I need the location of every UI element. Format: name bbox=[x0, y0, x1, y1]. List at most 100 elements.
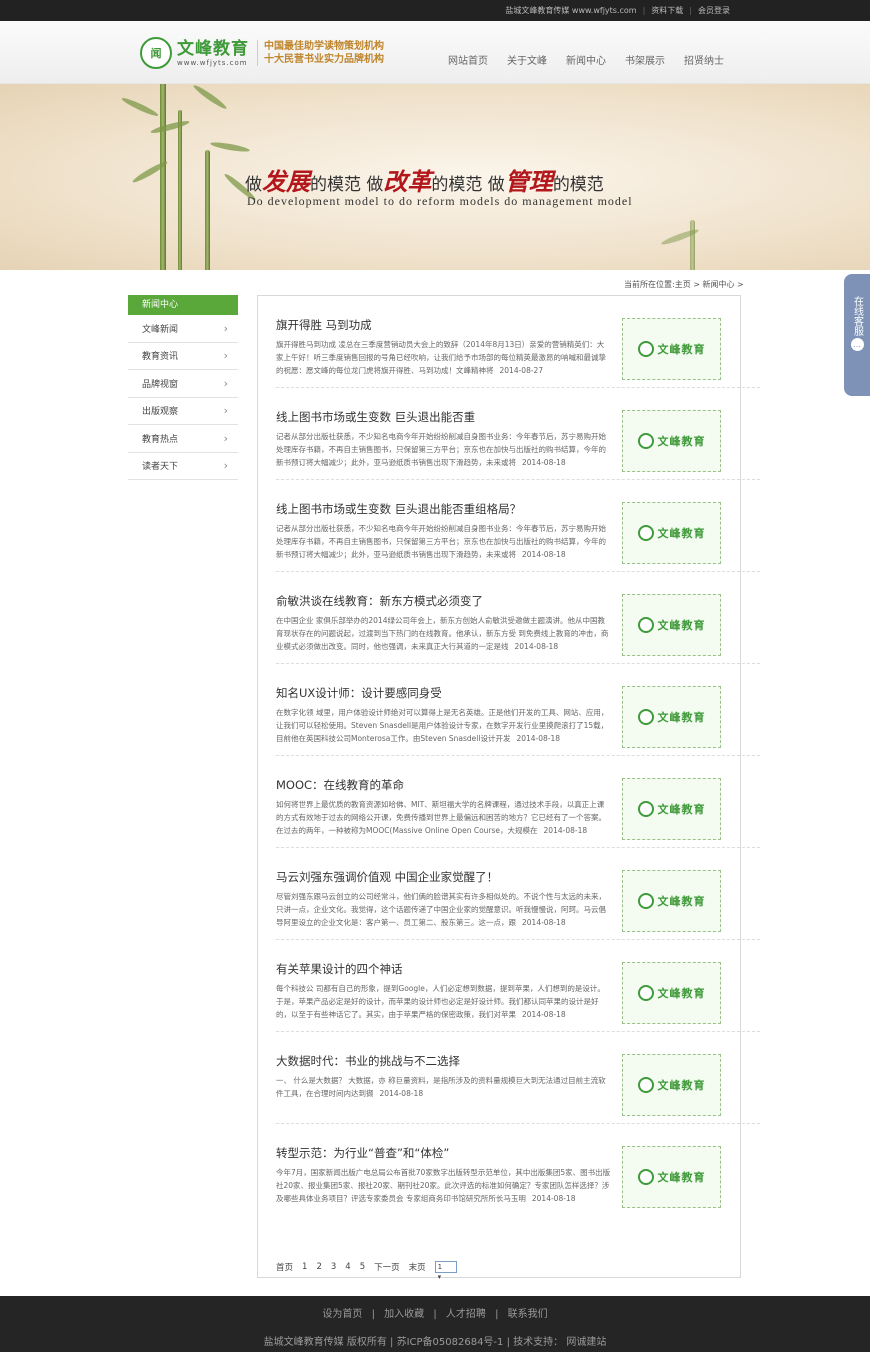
chevron-right-icon: › bbox=[223, 349, 228, 363]
logo-seal-icon: 闻 bbox=[140, 37, 172, 69]
article-summary: 如何将世界上最优质的教育资源如哈佛、MIT、斯坦福大学的名牌课程，通过技术手段，… bbox=[276, 800, 606, 835]
article-summary: 记者从部分出版社获悉，不少知名电商今年开始纷纷削减自身图书业务：今年春节后，苏宁… bbox=[276, 524, 606, 559]
sidebar-heading: 新闻中心 bbox=[128, 295, 238, 315]
sidebar: 新闻中心 文峰新闻 › 教育资讯 › 品牌视窗 › 出版观察 › 教育热点 › 读者天下 › bbox=[128, 295, 238, 480]
article-thumbnail[interactable]: 文峰教育 bbox=[622, 778, 721, 840]
nav-about[interactable]: 关于文峰 bbox=[507, 52, 547, 67]
top-bar: 盐城文峰教育传媒 www.wfjyts.com | 资料下载 | 会员登录 bbox=[0, 0, 870, 21]
article-date: 2014-08-18 bbox=[531, 1194, 576, 1203]
article-thumbnail[interactable]: 文峰教育 bbox=[622, 686, 721, 748]
article-summary: 在中国企业 家俱乐部举办的2014绿公司年会上，新东方创始人俞敏洪受邀做主题演讲… bbox=[276, 616, 609, 651]
pager-page-2[interactable]: 2 bbox=[316, 1262, 321, 1272]
sidebar-item-education-info[interactable]: 教育资讯 › bbox=[128, 343, 238, 370]
article-title[interactable]: 马云刘强东强调价值观 中国企业家觉醒了！ bbox=[276, 869, 498, 885]
article-title[interactable]: 有关苹果设计的四个神话 bbox=[276, 961, 403, 977]
logo-seal-icon bbox=[637, 525, 654, 541]
chevron-down-icon: ▾ bbox=[437, 1273, 442, 1281]
nav-jobs[interactable]: 招贤纳士 bbox=[684, 52, 724, 67]
article-thumbnail[interactable]: 文峰教育 bbox=[622, 870, 721, 932]
list-item: 知名UX设计师：设计要感同身受 在数字化领 域里，用户体验设计师绝对可以算得上是… bbox=[276, 664, 760, 756]
article-date: 2014-08-27 bbox=[499, 366, 544, 375]
sidebar-item-wenfeng-news[interactable]: 文峰新闻 › bbox=[128, 315, 238, 343]
topbar-download-link[interactable]: 资料下载 bbox=[651, 5, 683, 16]
site-footer: 设为首页 | 加入收藏 | 人才招聘 | 联系我们 盐城文峰教育传媒 版权所有 … bbox=[0, 1296, 870, 1352]
slogan-line-1: 中国最佳助学读物策划机构 bbox=[264, 41, 384, 52]
article-date: 2014-08-18 bbox=[516, 734, 561, 743]
article-thumbnail[interactable]: 文峰教育 bbox=[622, 962, 721, 1024]
pager-page-1[interactable]: 1 bbox=[302, 1262, 307, 1272]
footer-links: 设为首页 | 加入收藏 | 人才招聘 | 联系我们 bbox=[322, 1309, 548, 1320]
topbar-separator: | bbox=[642, 6, 646, 15]
list-item: 转型示范：为行业“普查”和“体检” 今年7月，国家新闻出版广电总局公布首批70家… bbox=[276, 1124, 760, 1216]
pager-first[interactable]: 首页 bbox=[276, 1261, 293, 1273]
footer-copyright: 盐城文峰教育传媒 版权所有 | 苏ICP备05082684号-1 | 技术支持：… bbox=[263, 1337, 607, 1348]
chevron-right-icon: › bbox=[223, 404, 228, 418]
logo-seal-icon bbox=[637, 341, 654, 357]
chevron-right-icon: › bbox=[223, 459, 228, 473]
article-title[interactable]: 旗开得胜 马到功成 bbox=[276, 317, 372, 333]
nav-books[interactable]: 书架展示 bbox=[625, 52, 665, 67]
news-list: 旗开得胜 马到功成 旗开得胜马到功成 凌总在三季度营销动员大会上的致辞（2014… bbox=[257, 295, 760, 1281]
list-item: 马云刘强东强调价值观 中国企业家觉醒了！ 尽管刘强东跟马云创立的公司经常斗，他们… bbox=[276, 848, 760, 940]
pager-page-5[interactable]: 5 bbox=[360, 1262, 365, 1272]
logo-slogan: 中国最佳助学读物策划机构 十大民营书业实力品牌机构 bbox=[257, 40, 384, 66]
sidebar-item-brand-window[interactable]: 品牌视窗 › bbox=[128, 370, 238, 398]
pager-last[interactable]: 末页 bbox=[409, 1261, 426, 1273]
list-item: 俞敏洪谈在线教育：新东方模式必须变了 在中国企业 家俱乐部举办的2014绿公司年… bbox=[276, 572, 760, 664]
logo-url: www.wfjyts.com bbox=[177, 58, 248, 67]
list-item: 有关苹果设计的四个神话 每个科技公 司都有自己的形象，提到Google，人们必定… bbox=[276, 940, 760, 1032]
list-item: 大数据时代：书业的挑战与不二选择 一、 什么是大数据？ 大数据，亦 称巨量资料，… bbox=[276, 1032, 760, 1124]
sidebar-item-education-hot[interactable]: 教育热点 › bbox=[128, 425, 238, 453]
nav-home[interactable]: 网站首页 bbox=[448, 52, 488, 67]
article-title[interactable]: 知名UX设计师：设计要感同身受 bbox=[276, 685, 442, 701]
chat-bubble-icon: … bbox=[850, 338, 864, 351]
article-title[interactable]: 转型示范：为行业“普查”和“体检” bbox=[276, 1145, 449, 1161]
pager-page-3[interactable]: 3 bbox=[331, 1262, 336, 1272]
article-summary: 尽管刘强东跟马云创立的公司经常斗，他们俩的脸谱其实有许多相似处的。不说个性与太远… bbox=[276, 892, 606, 927]
pager-page-4[interactable]: 4 bbox=[345, 1262, 350, 1272]
footer-link-contact[interactable]: 联系我们 bbox=[508, 1309, 548, 1320]
sidebar-item-readers[interactable]: 读者天下 › bbox=[128, 453, 238, 480]
logo-seal-icon bbox=[637, 433, 654, 449]
article-thumbnail[interactable]: 文峰教育 bbox=[622, 1146, 721, 1208]
article-date: 2014-08-18 bbox=[522, 918, 566, 927]
article-thumbnail[interactable]: 文峰教育 bbox=[622, 410, 721, 472]
nav-news[interactable]: 新闻中心 bbox=[566, 52, 606, 67]
topbar-login-link[interactable]: 会员登录 bbox=[698, 5, 730, 16]
article-title[interactable]: 俞敏洪谈在线教育：新东方模式必须变了 bbox=[276, 593, 483, 609]
article-date: 2014-08-18 bbox=[543, 826, 588, 835]
article-thumbnail[interactable]: 文峰教育 bbox=[622, 318, 721, 380]
article-title[interactable]: 大数据时代：书业的挑战与不二选择 bbox=[276, 1053, 460, 1069]
main-nav: 网站首页 关于文峰 新闻中心 书架展示 招贤纳士 bbox=[429, 52, 724, 67]
slogan-line-2: 十大民营书业实力品牌机构 bbox=[264, 54, 384, 65]
article-thumbnail[interactable]: 文峰教育 bbox=[622, 502, 721, 564]
footer-link-homepage[interactable]: 设为首页 bbox=[322, 1309, 362, 1320]
article-thumbnail[interactable]: 文峰教育 bbox=[622, 594, 721, 656]
article-summary: 在数字化领 域里，用户体验设计师绝对可以算得上是无名英雄。正是他们开发的工具、网… bbox=[276, 708, 609, 743]
footer-link-jobs[interactable]: 人才招聘 bbox=[446, 1309, 486, 1320]
pager-next[interactable]: 下一页 bbox=[374, 1261, 400, 1273]
logo-name: 文峰教育 bbox=[177, 38, 249, 59]
logo-seal-icon bbox=[637, 801, 654, 817]
logo-seal-icon bbox=[637, 1077, 654, 1093]
article-date: 2014-08-18 bbox=[522, 1010, 566, 1019]
article-title[interactable]: 线上图书市场或生变数 巨头退出能否重组格局？ bbox=[276, 501, 521, 517]
online-service-label: 在线客服 bbox=[851, 296, 863, 336]
sidebar-item-publishing[interactable]: 出版观察 › bbox=[128, 398, 238, 425]
chevron-right-icon: › bbox=[223, 321, 228, 335]
site-logo[interactable]: 闻 文峰教育 www.wfjyts.com 中国最佳助学读物策划机构 十大民营书… bbox=[140, 37, 384, 69]
footer-link-favorite[interactable]: 加入收藏 bbox=[384, 1309, 424, 1320]
breadcrumb: 当前所在位置:主页 > 新闻中心 > bbox=[624, 280, 744, 289]
article-thumbnail[interactable]: 文峰教育 bbox=[622, 1054, 721, 1116]
article-title[interactable]: 线上图书市场或生变数 巨头退出能否重 bbox=[276, 409, 475, 425]
logo-seal-icon bbox=[637, 985, 654, 1001]
article-date: 2014-08-18 bbox=[514, 642, 559, 651]
page-select[interactable]: 1 ▾ bbox=[434, 1261, 457, 1281]
online-service-tab[interactable]: 在线客服 … bbox=[844, 274, 870, 396]
logo-seal-icon bbox=[637, 1169, 654, 1185]
topbar-site-link[interactable]: 盐城文峰教育传媒 www.wfjyts.com bbox=[505, 5, 636, 16]
article-summary: 一、 什么是大数据？ 大数据，亦 称巨量资料，是指所涉及的资料量规模巨大到无法通… bbox=[276, 1076, 606, 1098]
list-item: MOOC：在线教育的革命 如何将世界上最优质的教育资源如哈佛、MIT、斯坦福大学… bbox=[276, 756, 760, 848]
article-title[interactable]: MOOC：在线教育的革命 bbox=[276, 777, 404, 793]
list-item: 线上图书市场或生变数 巨头退出能否重组格局？ 记者从部分出版社获悉，不少知名电商… bbox=[276, 480, 760, 572]
